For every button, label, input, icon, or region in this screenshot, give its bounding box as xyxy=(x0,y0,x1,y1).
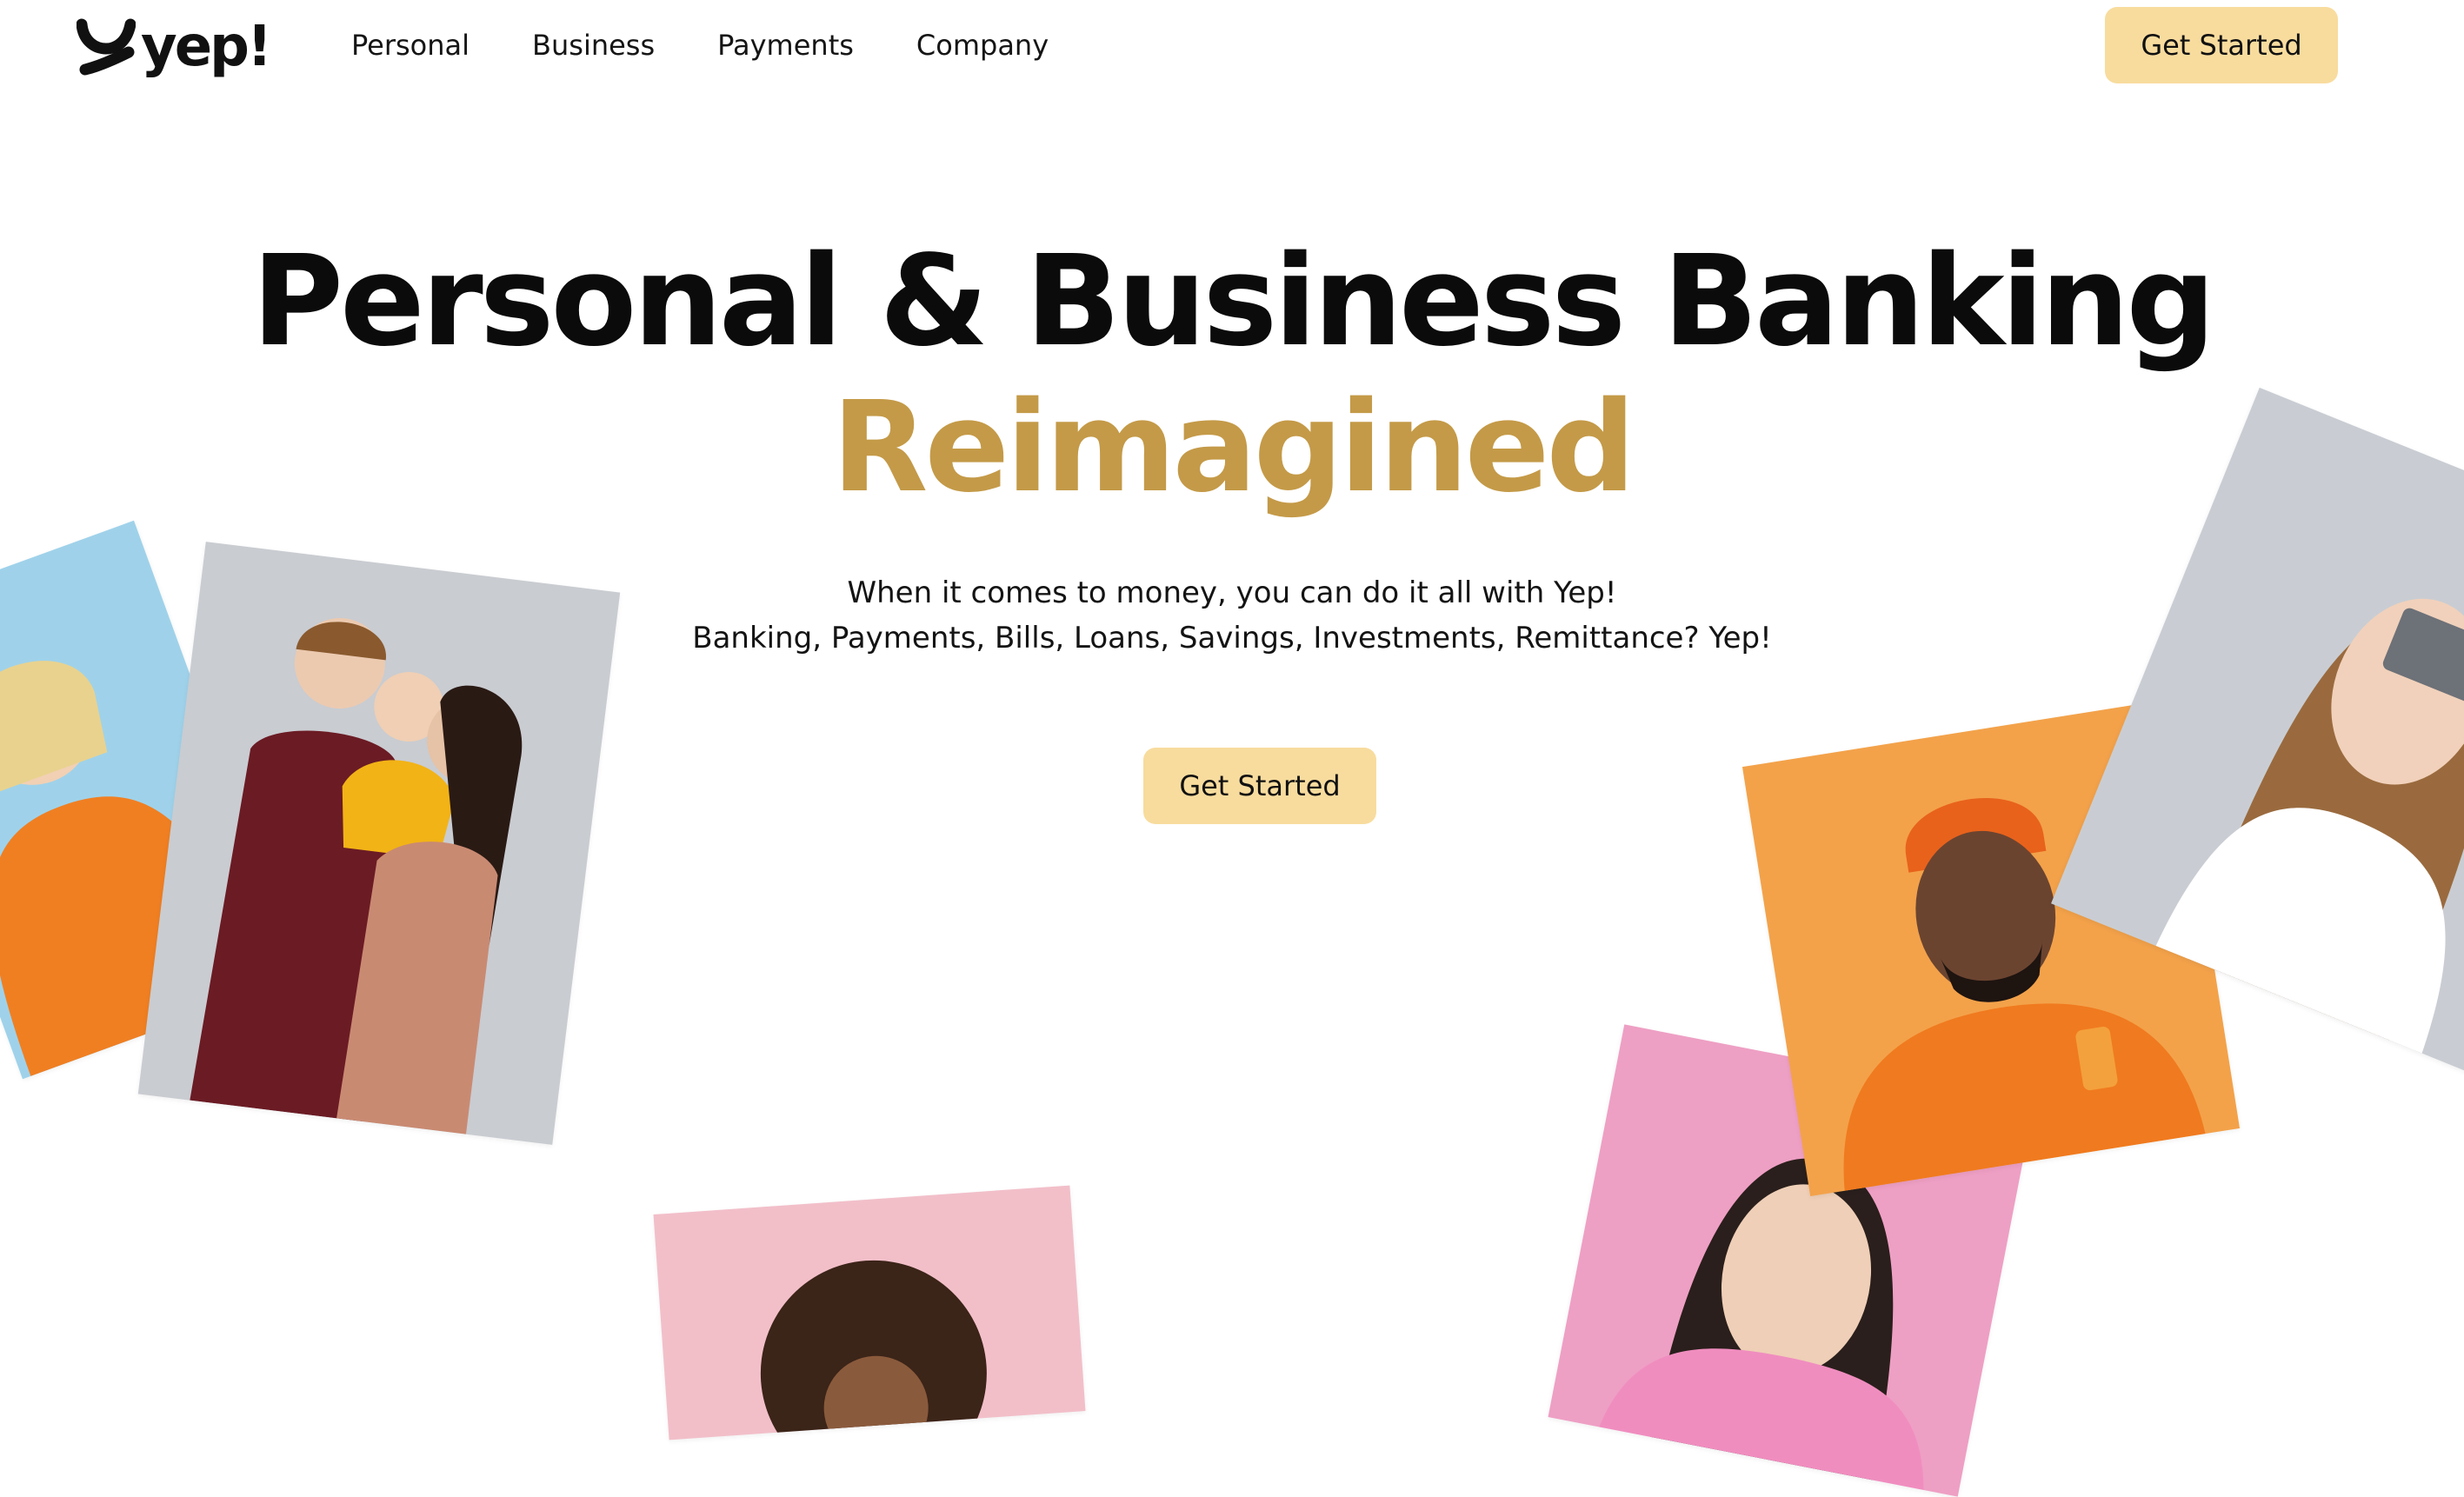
main-nav: Personal Business Payments Company xyxy=(351,24,1049,66)
header-get-started-button[interactable]: Get Started xyxy=(2105,7,2338,83)
nav-item-business[interactable]: Business xyxy=(532,24,655,66)
hero-title: Personal & Business Banking xyxy=(251,228,2216,374)
yep-logo-icon xyxy=(77,18,136,76)
brand-name: yep! xyxy=(141,15,272,79)
photo-family-hug xyxy=(137,542,621,1145)
brand-logo[interactable]: yep! xyxy=(77,15,272,79)
hero-get-started-button[interactable]: Get Started xyxy=(1143,748,1376,824)
photo-woman-curly-hair xyxy=(653,1185,1086,1440)
nav-item-payments[interactable]: Payments xyxy=(717,24,854,66)
nav-item-company[interactable]: Company xyxy=(916,24,1049,66)
nav-item-personal[interactable]: Personal xyxy=(351,24,469,66)
hero-title-accent: Reimagined xyxy=(831,374,1636,520)
